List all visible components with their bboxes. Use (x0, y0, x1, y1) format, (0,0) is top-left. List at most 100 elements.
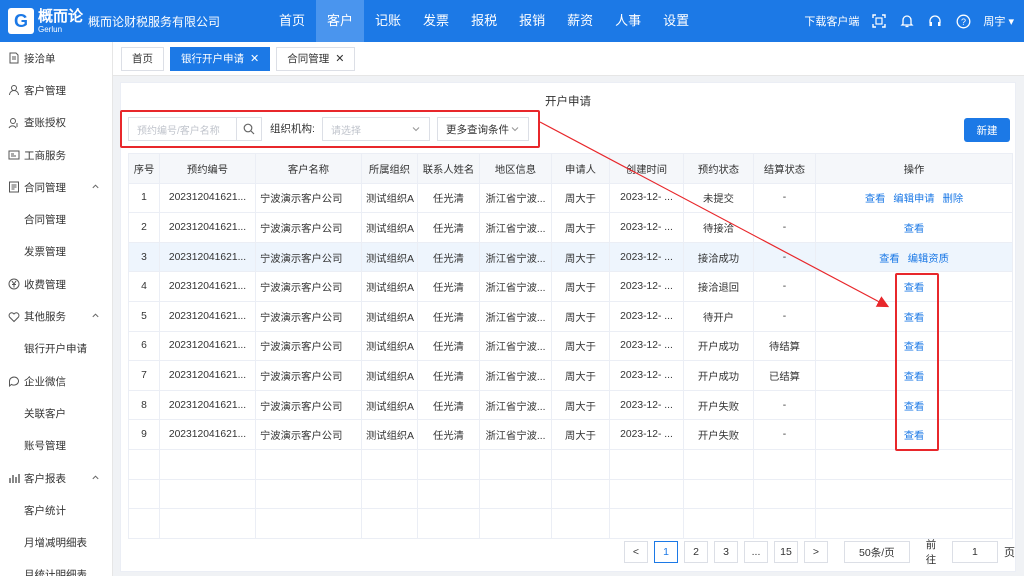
page-number-button[interactable]: 3 (714, 541, 738, 563)
page-number-button[interactable]: 15 (774, 541, 798, 563)
nav-item[interactable]: 人事 (604, 0, 652, 42)
empty-cell (815, 508, 1013, 539)
table-row[interactable]: 4 202312041621... 宁波演示客户公司 测试组织A 任光清 浙江省宁波...… (128, 271, 1013, 302)
nav-item[interactable]: 发票 (412, 0, 460, 42)
table-cell-client: 宁波演示客户公司 (255, 330, 362, 362)
help-icon[interactable]: ? (955, 13, 971, 29)
table-cell-no: 7 (128, 360, 160, 391)
sidebar-item-label: 企业微信 (24, 375, 66, 388)
row-action-link[interactable]: 编辑资质 (908, 254, 949, 265)
table-row[interactable]: 7 202312041621... 宁波演示客户公司 测试组织A 任光清 浙江省宁波...… (128, 360, 1013, 391)
row-action-link[interactable]: 查看 (865, 194, 886, 205)
empty-cell (609, 478, 684, 510)
row-action-link[interactable]: 删除 (943, 194, 964, 205)
sidebar-item[interactable]: 接洽单 (0, 42, 112, 74)
empty-cell (683, 478, 754, 510)
table-row[interactable]: 1 202312041621... 宁波演示客户公司 测试组织A 任光清 浙江省宁波...… (128, 182, 1013, 214)
table-cell-contact: 任光清 (417, 300, 480, 332)
sidebar-item-label: 发票管理 (24, 246, 66, 259)
empty-cell (159, 478, 256, 510)
row-action-link[interactable]: 查看 (904, 224, 925, 235)
sidebar-item[interactable]: 收费管理 (0, 268, 112, 300)
table-row[interactable]: 3 202312041621... 宁波演示客户公司 测试组织A 任光清 浙江省宁波...… (128, 241, 1013, 273)
contract-icon (8, 181, 20, 193)
next-page-button[interactable]: > (804, 541, 828, 563)
close-icon[interactable]: ✕ (335, 52, 344, 65)
download-client-link[interactable]: 下载客户端 (804, 13, 859, 29)
table-cell-org: 测试组织A (361, 300, 418, 332)
page-number-button[interactable]: 2 (684, 541, 708, 563)
sidebar-item[interactable]: 查账授权 (0, 107, 112, 139)
sidebar-item[interactable]: 合同管理 (0, 171, 112, 203)
sidebar-item[interactable]: 月统计明细表 (0, 559, 112, 576)
table-cell-org: 测试组织A (361, 389, 418, 421)
table-cell-id: 202312041621... (159, 419, 256, 450)
sidebar-item[interactable]: 客户报表 (0, 462, 112, 494)
page-number-button[interactable]: ... (744, 541, 768, 563)
nav-item[interactable]: 记账 (364, 0, 412, 42)
headset-icon[interactable] (927, 13, 943, 29)
table-cell-org: 测试组织A (361, 212, 418, 243)
logo[interactable]: G 概而论 Gerlun (0, 8, 88, 34)
chevron-up-icon[interactable] (91, 473, 100, 485)
table-cell-ops: 查看 (815, 212, 1013, 243)
page-number-button[interactable]: 1 (654, 541, 678, 563)
sidebar-item[interactable]: 关联客户 (0, 397, 112, 429)
table-row[interactable]: 6 202312041621... 宁波演示客户公司 测试组织A 任光清 浙江省宁波...… (128, 330, 1013, 362)
table-cell-applicant: 周大于 (551, 419, 610, 450)
table-row[interactable]: 5 202312041621... 宁波演示客户公司 测试组织A 任光清 浙江省宁波...… (128, 300, 1013, 332)
table-row[interactable]: 8 202312041621... 宁波演示客户公司 测试组织A 任光清 浙江省宁波...… (128, 389, 1013, 421)
prev-page-button[interactable]: < (624, 541, 648, 563)
nav-item[interactable]: 客户 (316, 0, 365, 42)
sidebar-item[interactable]: 工商服务 (0, 139, 112, 171)
sidebar-item[interactable]: 账号管理 (0, 430, 112, 462)
nav-item[interactable]: 薪资 (556, 0, 604, 42)
tab-contract-management[interactable]: 合同管理 ✕ (276, 46, 356, 71)
bell-icon[interactable] (899, 13, 915, 29)
nav-item[interactable]: 首页 (268, 0, 316, 42)
nav-item[interactable]: 报销 (508, 0, 556, 42)
table-cell-settle: - (753, 419, 816, 450)
table-header-cell: 联系人姓名 (417, 153, 480, 184)
sidebar-item[interactable]: 发票管理 (0, 236, 112, 268)
sidebar-item-label: 月增减明细表 (24, 537, 87, 550)
sidebar-item[interactable]: 银行开户申请 (0, 333, 112, 365)
nav-item[interactable]: 设置 (652, 0, 700, 42)
sidebar-item[interactable]: 月增减明细表 (0, 526, 112, 558)
goto-page-input[interactable]: 1 (951, 541, 998, 563)
sidebar-item-label: 合同管理 (24, 214, 66, 227)
page-size-select[interactable]: 50条/页 (844, 541, 910, 563)
chevron-up-icon[interactable] (91, 182, 100, 194)
sidebar-item[interactable]: 企业微信 (0, 365, 112, 397)
sidebar-item-label: 合同管理 (24, 181, 66, 194)
table-cell-contact: 任光清 (417, 212, 480, 243)
table-cell-no: 9 (128, 419, 160, 450)
table-cell-created: 2023-12- ... (609, 271, 684, 302)
table-cell-id: 202312041621... (159, 182, 256, 214)
tab-bank-account-application[interactable]: 银行开户申请 ✕ (170, 46, 271, 71)
table-cell-status: 待开户 (683, 300, 754, 332)
row-action-link[interactable]: 编辑申请 (893, 194, 934, 205)
table-cell-id: 202312041621... (159, 360, 256, 391)
sidebar-item[interactable]: 客户管理 (0, 74, 112, 106)
close-icon[interactable]: ✕ (250, 52, 259, 65)
row-action-link[interactable]: 查看 (879, 254, 900, 265)
money-icon (8, 278, 20, 290)
table-cell-settle: - (753, 271, 816, 302)
empty-cell (479, 448, 552, 480)
chevron-up-icon[interactable] (91, 311, 100, 323)
table-row[interactable]: 9 202312041621... 宁波演示客户公司 测试组织A 任光清 浙江省宁波...… (128, 419, 1013, 450)
logo-text-cn: 概而论 (38, 7, 84, 25)
table-row[interactable]: 2 202312041621... 宁波演示客户公司 测试组织A 任光清 浙江省宁波...… (128, 212, 1013, 243)
new-button[interactable]: 新建 (964, 118, 1010, 142)
sidebar-item[interactable]: 客户统计 (0, 494, 112, 526)
table-cell-id: 202312041621... (159, 389, 256, 421)
sidebar-item[interactable]: 合同管理 (0, 203, 112, 235)
table-cell-status: 开户成功 (683, 360, 754, 391)
tab-home[interactable]: 首页 (121, 46, 164, 71)
user-menu[interactable]: 周宇 ▾ (983, 13, 1014, 29)
fullscreen-icon[interactable] (871, 13, 887, 29)
table-cell-client: 宁波演示客户公司 (255, 389, 362, 421)
nav-item[interactable]: 报税 (460, 0, 508, 42)
sidebar-item[interactable]: 其他服务 (0, 300, 112, 332)
